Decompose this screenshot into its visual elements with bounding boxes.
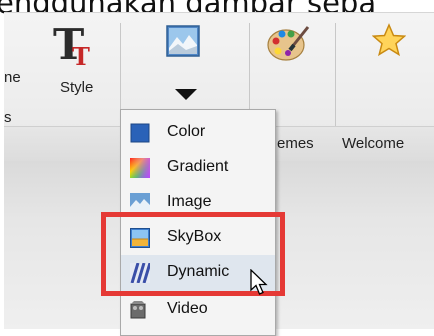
style-label: Style — [60, 79, 94, 96]
svg-text:T: T — [72, 42, 90, 67]
mouse-cursor-icon — [250, 269, 268, 295]
menu-item-gradient[interactable]: Gradient — [121, 150, 275, 186]
star-icon — [372, 23, 406, 57]
menu-item-video[interactable]: Video — [121, 292, 275, 328]
gradient-icon — [130, 158, 150, 178]
welcome-button[interactable] — [339, 13, 434, 126]
menu-item-label: Image — [167, 193, 212, 210]
video-icon — [130, 301, 146, 319]
image-icon — [130, 193, 150, 213]
background-image-icon — [166, 25, 200, 57]
menu-item-label: Video — [167, 300, 208, 317]
text-style-icon: T T — [53, 20, 90, 67]
menu-item-label: Gradient — [167, 158, 229, 175]
menu-item-color[interactable]: Color — [121, 115, 275, 151]
left-partial-label: ne — [4, 69, 21, 86]
dropdown-arrow-icon[interactable] — [175, 89, 197, 101]
themes-group-label: emes — [277, 135, 314, 152]
left-partial-label-2: s — [4, 109, 12, 126]
welcome-group-label: Welcome — [342, 135, 405, 152]
color-square-icon — [130, 123, 150, 143]
style-button[interactable]: T T Style — [40, 13, 116, 126]
palette-icon — [267, 26, 310, 61]
menu-item-label: Color — [167, 123, 206, 140]
